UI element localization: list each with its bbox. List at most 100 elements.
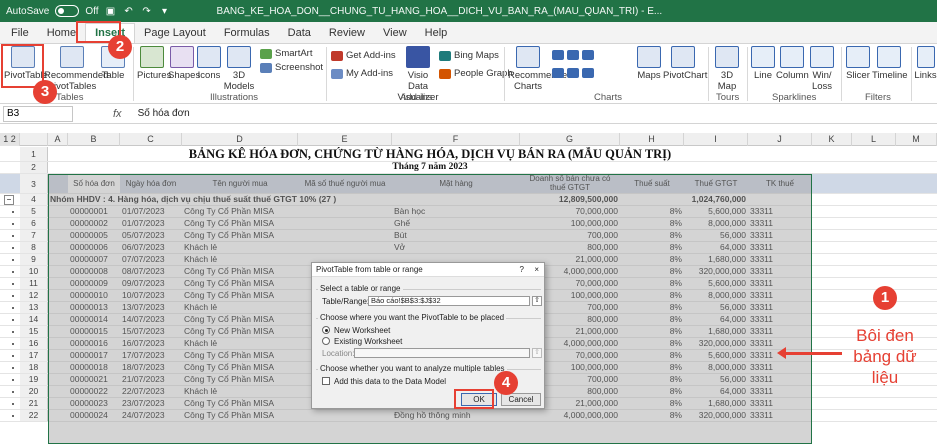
pivotchart-button[interactable]: PivotChart [663,46,707,81]
3d-models-button[interactable]: 3D Models [222,46,256,92]
row-number: 17 [20,350,48,361]
row-number: 18 [20,362,48,373]
outline-dot [12,295,14,297]
sparkline-winloss-button[interactable]: Win/ Loss [809,46,835,92]
data-model-label[interactable]: Add this data to the Data Model [334,377,446,386]
outline-dot [12,319,14,321]
col-i[interactable]: I [684,133,748,146]
name-box[interactable]: B3 [3,105,73,122]
divider [747,47,748,101]
outline-dot [12,355,14,357]
sparkline-line-icon [751,46,775,68]
col-g[interactable]: G [520,133,620,146]
tab-view[interactable]: View [374,24,416,43]
dialog-title: PivotTable from table or range [316,265,423,274]
range-input[interactable]: Báo cáo!$B$3:$J$32 [368,296,530,306]
place-section: Choose where you want the PivotTable to … [316,313,541,322]
tab-formulas[interactable]: Formulas [215,24,279,43]
col-l[interactable]: L [852,133,896,146]
col-b[interactable]: B [68,133,120,146]
select-all-corner[interactable] [20,133,48,146]
range-picker-icon[interactable]: ⇧ [532,296,542,306]
links-icon [916,46,935,68]
collapse-icon[interactable]: − [4,195,14,205]
row-number: 3 [20,174,48,193]
customize-icon[interactable]: ▾ [159,5,171,17]
pivotchart-icon [671,46,695,68]
sparkline-column-button[interactable]: Column [776,46,809,81]
autosave-toggle[interactable] [55,5,80,17]
col-e[interactable]: E [298,133,392,146]
pictures-button[interactable]: Pictures [137,46,171,81]
col-j[interactable]: J [748,133,812,146]
tab-page-layout[interactable]: Page Layout [135,24,215,43]
sparkline-line-button[interactable]: Line [751,46,775,81]
shapes-button[interactable]: Shapes [168,46,200,81]
divider [504,47,505,101]
outline-dot [12,283,14,285]
tab-file[interactable]: File [2,24,38,43]
recommended-charts-button[interactable]: Recommended Charts [508,46,572,92]
tab-help[interactable]: Help [416,24,457,43]
maps-button[interactable]: Maps [633,46,665,81]
line-chart-button[interactable] [552,68,594,78]
outline-dot [12,211,14,213]
sheet-title: BẢNG KÊ HÓA ĐƠN, CHỨNG TỪ HÀNG HÓA, DỊCH… [188,147,672,161]
maps-label: Maps [637,70,661,81]
timeline-label: Timeline [872,70,908,81]
group-tours: Tours [716,92,740,103]
outline-level-buttons[interactable]: 1 2 [0,133,20,146]
col-f[interactable]: F [392,133,520,146]
shapes-icon [170,46,194,68]
col-a[interactable]: A [48,133,68,146]
my-addins-button[interactable]: My Add-ins [331,68,393,79]
outline-dot [12,271,14,273]
screenshot-button[interactable]: Screenshot [260,62,323,73]
close-icon[interactable]: × [534,263,539,277]
location-input[interactable] [354,348,530,358]
save-icon[interactable]: ▣ [105,5,117,17]
get-addins-button[interactable]: Get Add-ins [331,50,396,61]
help-icon[interactable]: ? [520,263,524,277]
redo-icon[interactable]: ↷ [141,5,153,17]
smartart-button[interactable]: SmartArt [260,48,312,59]
column-chart-button[interactable] [552,50,594,60]
fx-icon[interactable]: fx [113,108,122,120]
col-m[interactable]: M [896,133,937,146]
col-d[interactable]: D [182,133,298,146]
col-k[interactable]: K [812,133,852,146]
autosave-label: AutoSave [6,5,50,17]
undo-icon[interactable]: ↶ [123,5,135,17]
tab-review[interactable]: Review [320,24,374,43]
sparkline-column-icon [780,46,804,68]
outline-dot [12,223,14,225]
place-section-label: Choose where you want the PivotTable to … [318,313,507,322]
people-graph-button[interactable]: People Graph [439,68,513,79]
new-worksheet-label[interactable]: New Worksheet [334,326,390,335]
pivotchart-label: PivotChart [663,70,708,81]
data-model-checkbox[interactable] [322,377,330,385]
col-h[interactable]: H [620,133,684,146]
tab-data[interactable]: Data [279,24,320,43]
dialog-title-bar: PivotTable from table or range ? × [312,263,544,277]
divider [911,47,912,101]
existing-worksheet-radio[interactable] [322,337,330,345]
ok-button-highlight [454,389,494,409]
bing-maps-label: Bing Maps [454,50,499,61]
formula-input[interactable]: Số hóa đơn [138,108,190,119]
new-worksheet-radio[interactable] [322,326,330,334]
existing-worksheet-label[interactable]: Existing Worksheet [334,337,402,346]
combo-chart-icon [582,68,594,78]
links-button[interactable]: Links [914,46,937,81]
3d-map-button[interactable]: 3D Map [712,46,742,92]
icons-button[interactable]: Icons [197,46,221,81]
location-picker-icon[interactable]: ⇧ [532,348,542,358]
timeline-icon [877,46,901,68]
bing-maps-button[interactable]: Bing Maps [439,50,499,61]
row-number: 8 [20,242,48,253]
col-c[interactable]: C [120,133,182,146]
select-section-label: Select a table or range [318,284,403,293]
slicer-button[interactable]: Slicer [845,46,871,81]
timeline-button[interactable]: Timeline [872,46,908,81]
column-chart-icon [552,50,564,60]
